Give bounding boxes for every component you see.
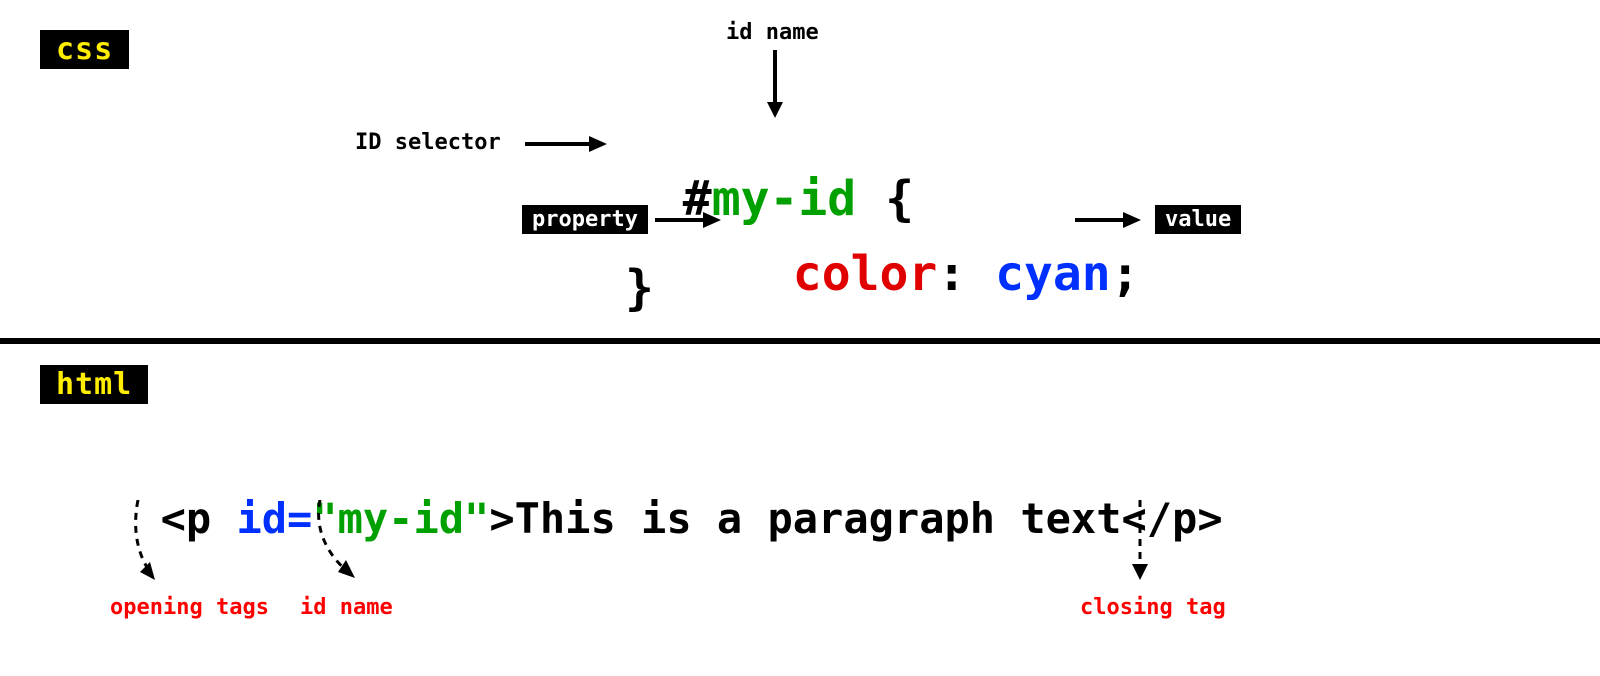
html-text-content: This is a paragraph text [515,494,1122,543]
dashed-arrow-icon [120,500,180,585]
annotation-opening-tags: opening tags [110,595,269,620]
annotation-value: value [1155,205,1241,234]
arrow-right-icon [525,132,610,156]
html-open-gt: > [489,494,514,543]
css-close-brace: } [625,260,654,316]
arrow-down-icon [760,50,790,120]
annotation-id-name: id name [726,20,819,45]
css-section-badge: css [40,30,129,69]
css-property: color [793,246,938,302]
annotation-closing-tag: closing tag [1080,595,1226,620]
html-section-badge: html [40,365,148,404]
annotation-property: property [522,205,648,234]
annotation-id-selector: ID selector [355,130,501,155]
arrow-right-icon-2 [655,208,725,232]
css-value: cyan [995,246,1111,302]
section-divider [0,338,1600,344]
annotation-id-name-html: id name [300,595,393,620]
css-colon: : [937,246,995,302]
css-semicolon: ; [1111,246,1140,302]
arrow-right-icon-3 [1075,208,1145,232]
html-code-line: <p id="my-id">This is a paragraph text</… [110,445,1223,543]
dashed-arrow-icon-2 [300,500,380,585]
css-declaration-line: color: cyan; [735,190,1140,302]
dashed-arrow-icon-3 [1120,500,1160,585]
